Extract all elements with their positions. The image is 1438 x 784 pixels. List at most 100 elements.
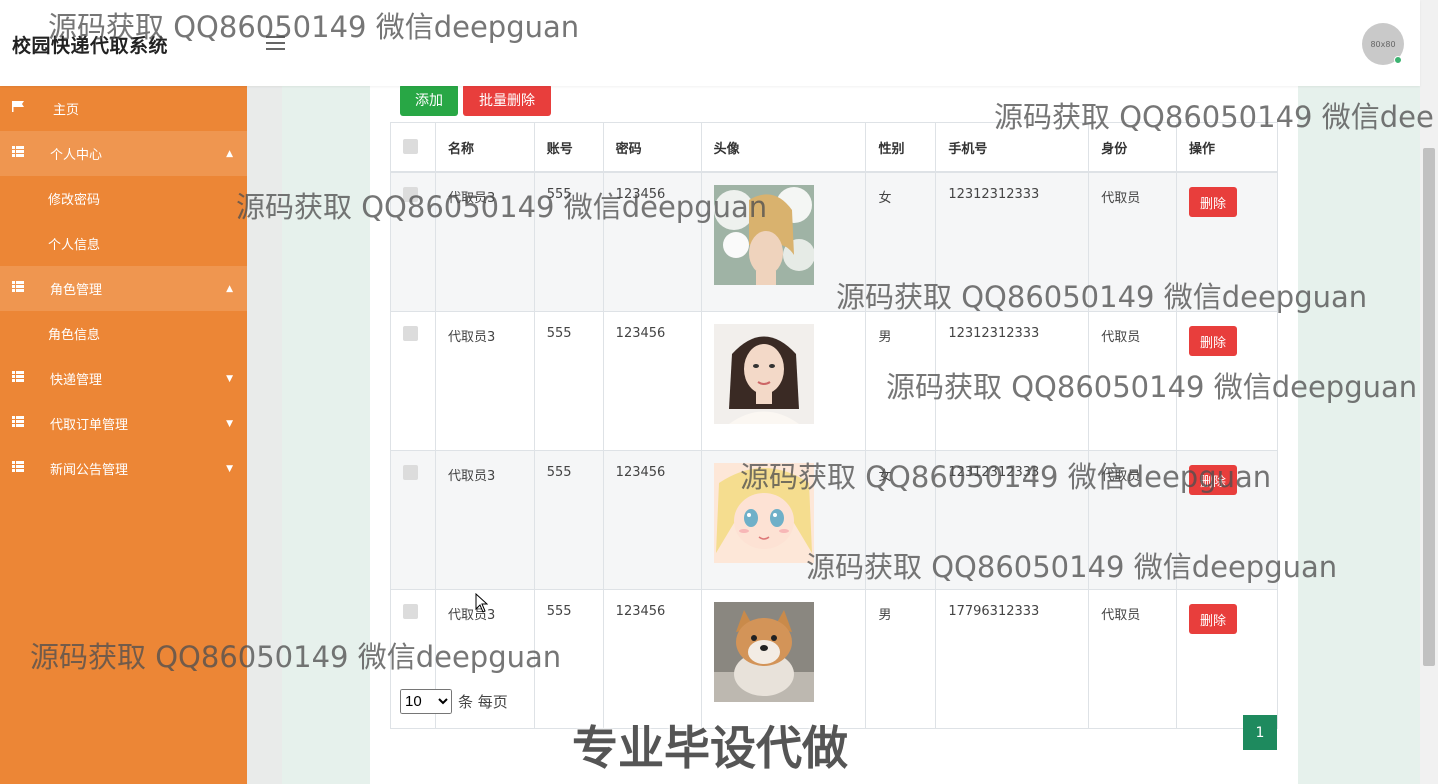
add-button[interactable]: 添加 — [400, 84, 458, 116]
checkbox-cell — [390, 171, 436, 312]
row-checkbox[interactable] — [403, 604, 418, 619]
sidebar: 主页 个人中心 ▲ 修改密码 个人信息 角色管理 ▲ 角色信息 快递管理 ▼ 代… — [0, 86, 247, 784]
gender-cell: 女 — [865, 450, 937, 590]
avatar-cell — [700, 589, 867, 729]
account-cell: 555 — [533, 311, 604, 451]
avatar-photo-woman — [713, 324, 814, 424]
name-cell: 代取员3 — [434, 311, 535, 451]
column-header: 账号 — [533, 122, 604, 173]
table-row: 代取员3 555 123456 女 12312312333 代取员 删除 — [390, 171, 1278, 312]
column-header: 性别 — [865, 122, 937, 173]
sidebar-item-role-management[interactable]: 角色管理 ▲ — [0, 266, 247, 311]
page-size-control: 10 条 每页 — [400, 689, 508, 714]
select-all-cell — [390, 122, 436, 173]
column-header: 身份 — [1088, 122, 1178, 173]
sidebar-item-order-management[interactable]: 代取订单管理 ▼ — [0, 401, 247, 446]
chevron-down-icon: ▼ — [226, 373, 233, 384]
delete-button[interactable]: 删除 — [1189, 604, 1238, 634]
avatar-cell — [700, 171, 867, 312]
avatar-photo-anime — [713, 463, 814, 563]
table-row: 代取员3 555 123456 男 17796312333 代取员 删除 — [390, 589, 1278, 729]
table-header-row: 名称 账号 密码 头像 性别 手机号 身份 操作 — [390, 122, 1278, 173]
page-size-label: 条 每页 — [458, 693, 508, 711]
name-cell: 代取员3 — [434, 450, 535, 590]
sidebar-item-personal-info[interactable]: 个人信息 — [0, 221, 247, 266]
action-cell: 删除 — [1176, 450, 1278, 590]
table-row: 代取员3 555 123456 女 12312312333 代取员 删除 — [390, 450, 1278, 590]
sidebar-item-label: 快递管理 — [50, 373, 103, 388]
scrollbar-thumb[interactable] — [1423, 148, 1435, 666]
sidebar-item-label: 代取订单管理 — [50, 418, 129, 433]
watermark-banner: 专业毕设代做 — [572, 721, 848, 775]
column-header: 密码 — [602, 122, 702, 173]
avatar-photo-dog — [713, 602, 814, 702]
row-checkbox[interactable] — [403, 187, 418, 202]
menu-toggle-icon[interactable] — [266, 36, 285, 50]
chevron-down-icon: ▼ — [226, 463, 233, 474]
password-cell: 123456 — [602, 311, 702, 451]
password-cell: 123456 — [602, 171, 702, 312]
account-cell: 555 — [533, 589, 604, 729]
delete-button[interactable]: 删除 — [1189, 326, 1238, 356]
role-cell: 代取员 — [1088, 311, 1178, 451]
grid-icon — [12, 461, 24, 472]
grid-icon — [12, 416, 24, 427]
delete-button[interactable]: 删除 — [1189, 187, 1238, 217]
column-header: 手机号 — [935, 122, 1090, 173]
phone-cell: 12312312333 — [935, 171, 1090, 312]
password-cell: 123456 — [602, 450, 702, 590]
page-size-select[interactable]: 10 — [400, 689, 452, 714]
bulk-delete-button[interactable]: 批量删除 — [463, 84, 551, 116]
gender-cell: 男 — [865, 311, 937, 451]
delete-button[interactable]: 删除 — [1189, 465, 1238, 495]
sidebar-item-personal-center[interactable]: 个人中心 ▲ — [0, 131, 247, 176]
grid-icon — [12, 281, 24, 292]
chevron-up-icon: ▲ — [226, 148, 233, 159]
sidebar-item-label: 新闻公告管理 — [50, 463, 129, 478]
column-header: 头像 — [700, 122, 867, 173]
row-checkbox[interactable] — [403, 326, 418, 341]
page-button-current[interactable]: 1 — [1243, 715, 1277, 750]
avatar-cell — [700, 450, 867, 590]
sidebar-item-role-info[interactable]: 角色信息 — [0, 311, 247, 356]
sidebar-item-news-management[interactable]: 新闻公告管理 ▼ — [0, 446, 247, 491]
sidebar-item-label: 个人中心 — [50, 148, 103, 163]
table-row: 代取员3 555 123456 男 12312312333 代取员 删除 — [390, 311, 1278, 451]
chevron-down-icon: ▼ — [226, 418, 233, 429]
checkbox-cell — [390, 450, 436, 590]
sidebar-item-home[interactable]: 主页 — [0, 86, 247, 131]
background-panel — [282, 86, 370, 784]
role-cell: 代取员 — [1088, 589, 1178, 729]
action-cell: 删除 — [1176, 589, 1278, 729]
user-avatar[interactable]: 80x80 — [1362, 23, 1404, 65]
background-panel — [247, 86, 282, 784]
sidebar-item-express-management[interactable]: 快递管理 ▼ — [0, 356, 247, 401]
password-cell: 123456 — [602, 589, 702, 729]
app-title: 校园快递代取系统 — [12, 35, 169, 57]
row-checkbox[interactable] — [403, 465, 418, 480]
grid-icon — [12, 371, 24, 382]
sidebar-item-change-password[interactable]: 修改密码 — [0, 176, 247, 221]
data-table: 名称 账号 密码 头像 性别 手机号 身份 操作 代取员3 555 123456 — [390, 122, 1278, 729]
role-cell: 代取员 — [1088, 450, 1178, 590]
gender-cell: 女 — [865, 171, 937, 312]
action-cell: 删除 — [1176, 171, 1278, 312]
flag-icon — [12, 101, 24, 112]
column-header: 操作 — [1176, 122, 1278, 173]
phone-cell: 17796312333 — [935, 589, 1090, 729]
phone-cell: 12312312333 — [935, 450, 1090, 590]
online-status-dot — [1394, 56, 1402, 64]
sidebar-item-label: 主页 — [53, 103, 80, 118]
select-all-checkbox[interactable] — [403, 138, 418, 154]
checkbox-cell — [390, 311, 436, 451]
account-cell: 555 — [533, 171, 604, 312]
role-cell: 代取员 — [1088, 171, 1178, 312]
action-cell: 删除 — [1176, 311, 1278, 451]
phone-cell: 12312312333 — [935, 311, 1090, 451]
avatar-photo-flowers — [713, 185, 815, 285]
gender-cell: 男 — [865, 589, 937, 729]
avatar-cell — [700, 311, 867, 451]
account-cell: 555 — [533, 450, 604, 590]
background-panel — [1298, 86, 1420, 784]
sidebar-item-label: 角色管理 — [50, 283, 103, 298]
